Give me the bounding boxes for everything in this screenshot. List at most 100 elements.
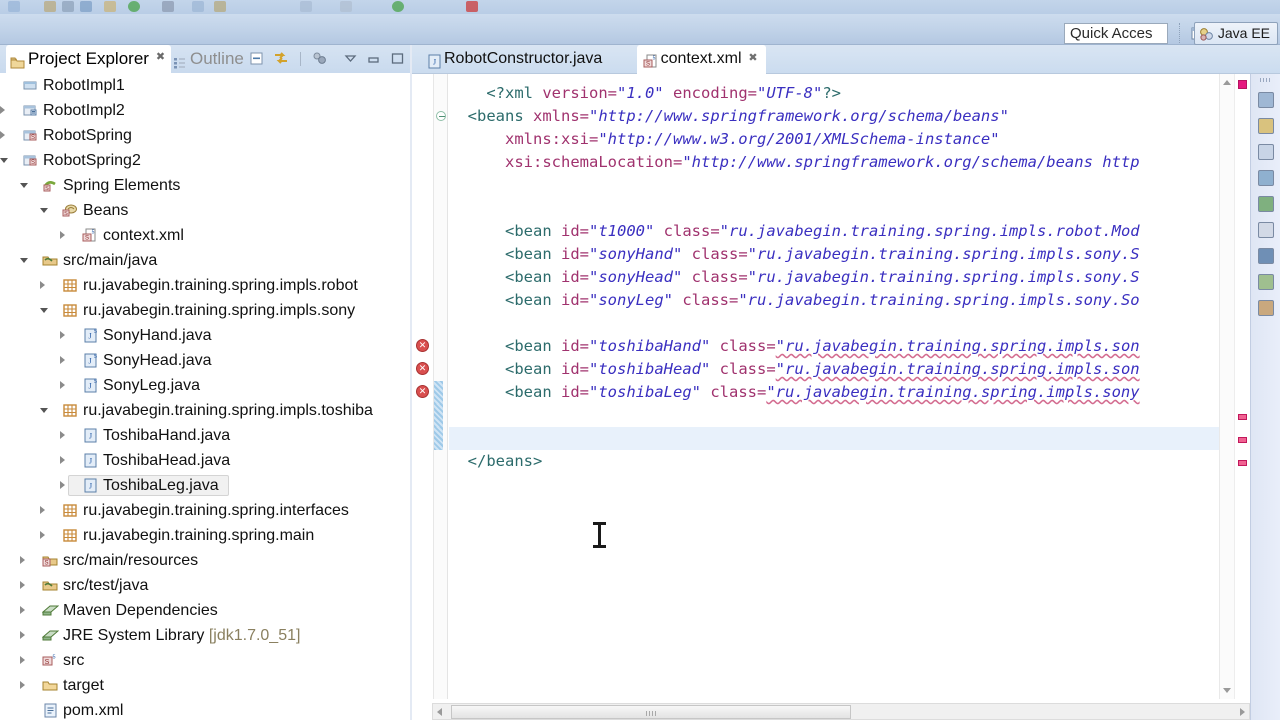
minimize-icon[interactable] — [365, 50, 382, 67]
code-line[interactable] — [449, 312, 1234, 335]
editor-horizontal-scrollbar[interactable] — [432, 703, 1250, 720]
overview-ruler-marker[interactable] — [1238, 80, 1247, 89]
perspective-java-ee-button[interactable]: Java EE — [1193, 22, 1278, 45]
chevron-down-icon[interactable] — [40, 208, 48, 213]
data-source-explorer-icon[interactable] — [1258, 170, 1274, 186]
tree-item-sonyhand-java[interactable]: J 5 SonyHand.java — [0, 323, 410, 348]
chevron-right-icon[interactable] — [40, 281, 45, 289]
code-line[interactable]: <bean id="t1000" class="ru.javabegin.tra… — [449, 220, 1234, 243]
chevron-right-icon[interactable] — [0, 106, 5, 114]
tree-item-robotspring2[interactable]: S RobotSpring2 — [0, 148, 410, 173]
debug-icon[interactable] — [1258, 300, 1274, 316]
focus-on-active-task-icon[interactable] — [311, 50, 328, 67]
chevron-right-icon[interactable] — [60, 456, 65, 464]
code-line[interactable]: <bean id="toshibaHead" class="ru.javabeg… — [449, 358, 1234, 381]
horizontal-scroll-thumb[interactable] — [451, 705, 851, 719]
palette-icon[interactable] — [1258, 144, 1274, 160]
database-icon[interactable] — [1258, 196, 1274, 212]
tree-item-maven-dependencies[interactable]: Maven Dependencies — [0, 598, 410, 623]
tree-item-ru-javabegin-training-spring-interfaces[interactable]: ru.javabegin.training.spring.interfaces — [0, 498, 410, 523]
code-line[interactable]: <bean id="toshibaHand" class="ru.javabeg… — [449, 335, 1234, 358]
chevron-right-icon[interactable] — [20, 556, 25, 564]
stop-toolbar-icon[interactable] — [466, 1, 478, 12]
quick-access-input[interactable]: Quick Acces — [1064, 23, 1168, 44]
close-icon[interactable]: ✖ — [155, 52, 166, 63]
save-toolbar-icon[interactable] — [8, 1, 20, 12]
tree-item-sonyhead-java[interactable]: J 5 SonyHead.java — [0, 348, 410, 373]
tab-project-explorer[interactable]: Project Explorer ✖ — [6, 45, 171, 73]
open-type-toolbar-icon[interactable] — [80, 1, 92, 12]
tree-item-context-xml[interactable]: S 5 context.xml — [0, 223, 410, 248]
tree-item-ru-javabegin-training-spring-impls-sony[interactable]: ru.javabegin.training.spring.impls.sony — [0, 298, 410, 323]
tree-item-jre-system-library[interactable]: JRE System Library [jdk1.7.0_51] — [0, 623, 410, 648]
chevron-right-icon[interactable] — [60, 331, 65, 339]
chevron-right-icon[interactable] — [60, 431, 65, 439]
overview-ruler[interactable] — [1234, 74, 1250, 699]
tree-item-sonyleg-java[interactable]: J 5 SonyLeg.java — [0, 373, 410, 398]
code-line[interactable] — [449, 197, 1234, 220]
editor-vertical-scrollbar[interactable] — [1219, 74, 1234, 699]
tree-item-robotspring[interactable]: S RobotSpring — [0, 123, 410, 148]
link-with-editor-icon[interactable] — [273, 50, 290, 67]
chevron-right-icon[interactable] — [60, 481, 65, 489]
tree-item-spring-elements[interactable]: S Spring Elements — [0, 173, 410, 198]
fast-view-bar[interactable] — [1250, 74, 1280, 720]
chevron-down-icon[interactable] — [20, 258, 28, 263]
code-line[interactable]: <bean id="toshibaLeg" class="ru.javabegi… — [449, 381, 1234, 404]
debug-toolbar-icon[interactable] — [162, 1, 174, 12]
tree-item-robotimpl2[interactable]: RobotImpl2 — [0, 98, 410, 123]
code-line[interactable]: </beans> — [449, 450, 1234, 473]
chevron-right-icon[interactable] — [40, 506, 45, 514]
collapse-all-icon[interactable] — [249, 50, 266, 67]
new-toolbar-icon[interactable] — [44, 1, 56, 12]
annotation-gutter[interactable]: ✕ ✕ ✕ — [412, 74, 434, 699]
code-line[interactable] — [449, 427, 1234, 450]
external-tools-toolbar-icon[interactable] — [214, 1, 226, 12]
chevron-down-icon[interactable] — [20, 183, 28, 188]
error-marker-icon[interactable]: ✕ — [416, 339, 429, 352]
overview-ruler-marker[interactable] — [1238, 460, 1247, 466]
error-marker-icon[interactable]: ✕ — [416, 385, 429, 398]
chevron-right-icon[interactable] — [20, 581, 25, 589]
search-toolbar-icon[interactable] — [300, 1, 312, 12]
scroll-down-icon[interactable] — [1223, 688, 1231, 693]
code-line[interactable] — [449, 174, 1234, 197]
scroll-up-icon[interactable] — [1223, 80, 1231, 85]
scroll-left-icon[interactable] — [437, 708, 442, 716]
view-menu-icon[interactable] — [342, 50, 359, 67]
tree-item-toshibahead-java[interactable]: J ToshibaHead.java — [0, 448, 410, 473]
fast-view-handle[interactable] — [1260, 78, 1272, 82]
overview-ruler-marker[interactable] — [1238, 437, 1247, 443]
editor-tab-context-xml[interactable]: S 5 context.xml ✖ — [636, 45, 766, 74]
tree-item-toshibaleg-java[interactable]: J ToshibaLeg.java — [0, 473, 410, 498]
folding-gutter[interactable] — [434, 74, 448, 699]
code-line[interactable]: <?xml version="1.0" encoding="UTF-8"?> — [449, 82, 1234, 105]
chevron-right-icon[interactable] — [60, 231, 65, 239]
chevron-right-icon[interactable] — [20, 631, 25, 639]
maximize-icon[interactable] — [389, 50, 406, 67]
tree-item-toshibahand-java[interactable]: J ToshibaHand.java — [0, 423, 410, 448]
chevron-down-icon[interactable] — [40, 308, 48, 313]
tree-item-ru-javabegin-training-spring-impls-robot[interactable]: ru.javabegin.training.spring.impls.robot — [0, 273, 410, 298]
code-line[interactable]: <bean id="sonyHand" class="ru.javabegin.… — [449, 243, 1234, 266]
tree-item-src-main-resources[interactable]: Ssrc/main/resources — [0, 548, 410, 573]
snippets-icon[interactable] — [1258, 118, 1274, 134]
close-icon[interactable]: ✖ — [748, 53, 759, 64]
console-icon[interactable] — [1258, 248, 1274, 264]
code-line[interactable] — [449, 404, 1234, 427]
code-line[interactable]: xmlns:xsi="http://www.w3.org/2001/XMLSch… — [449, 128, 1234, 151]
servers-icon[interactable] — [1258, 92, 1274, 108]
code-line[interactable]: xsi:schemaLocation="http://www.springfra… — [449, 151, 1234, 174]
chevron-right-icon[interactable] — [60, 381, 65, 389]
chevron-down-icon[interactable] — [0, 158, 8, 163]
project-tree[interactable]: RobotImpl1 RobotImpl2 S RobotSpring S RobotSp… — [0, 73, 410, 720]
next-annotation-icon[interactable] — [340, 1, 352, 12]
xml-source-code[interactable]: <?xml version="1.0" encoding="UTF-8"?> <… — [449, 74, 1234, 699]
coverage-toolbar-icon[interactable] — [192, 1, 204, 12]
build-toolbar-icon[interactable] — [104, 1, 116, 12]
editor-tab-robotconstructor-java[interactable]: J RobotConstructor.java — [420, 45, 602, 74]
tree-item-src[interactable]: S 5 src — [0, 648, 410, 673]
code-line[interactable]: <bean id="sonyHead" class="ru.javabegin.… — [449, 266, 1234, 289]
code-line[interactable]: <beans xmlns="http://www.springframework… — [449, 105, 1234, 128]
tab-outline[interactable]: Outline — [168, 45, 244, 73]
